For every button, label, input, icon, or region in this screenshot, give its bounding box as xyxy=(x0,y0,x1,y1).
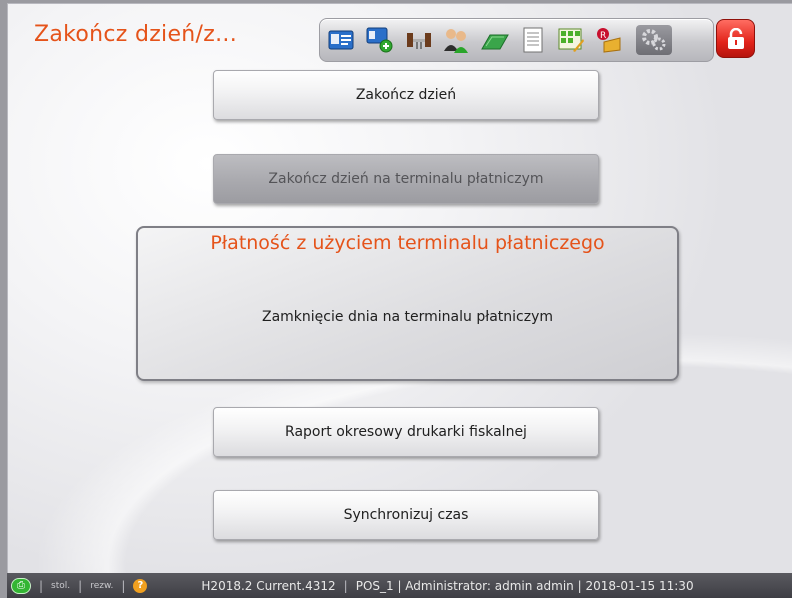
sync-time-button[interactable]: Synchronizuj czas xyxy=(213,490,599,540)
calculator-icon[interactable] xyxy=(556,25,586,55)
fiscal-report-button[interactable]: Raport okresowy drukarki fiskalnej xyxy=(213,407,599,457)
panel-message: Zamknięcie dnia na terminalu płatniczym xyxy=(262,309,553,325)
printer-status-icon[interactable]: ⎙ xyxy=(11,577,31,594)
panel-title: Płatność z użyciem terminalu płatniczego xyxy=(210,232,605,254)
status-separator: | xyxy=(343,578,348,593)
end-day-button[interactable]: Zakończ dzień xyxy=(213,70,599,120)
add-card-icon[interactable] xyxy=(365,25,395,55)
help-icon[interactable]: ? xyxy=(133,578,148,593)
id-card-icon[interactable] xyxy=(326,25,356,55)
status-bar: ⎙ | stol. | rezw. | ? H2018.2 Current.43… xyxy=(7,573,792,598)
chairs-icon[interactable] xyxy=(404,25,434,55)
money-icon[interactable] xyxy=(480,25,510,55)
document-icon[interactable] xyxy=(518,25,548,55)
settings-icon[interactable] xyxy=(636,25,672,55)
version-text: H2018.2 Current.4312 xyxy=(201,578,336,593)
window-title: Zakończ dzień/z... xyxy=(34,22,237,47)
status-separator: | xyxy=(121,578,126,593)
lock-icon xyxy=(727,27,744,49)
main-window: Zakończ dzień/z... R Zakończ dzień Zakoń… xyxy=(7,3,792,575)
reports-icon[interactable]: R xyxy=(594,25,624,55)
status-separator: | xyxy=(78,578,83,593)
tables-label: stol. xyxy=(51,580,71,591)
toolbar: R xyxy=(319,18,714,62)
payment-terminal-panel: Płatność z użyciem terminalu płatniczego… xyxy=(136,226,679,381)
reservations-label: rezw. xyxy=(90,580,114,591)
users-icon[interactable] xyxy=(441,25,471,55)
lock-button[interactable] xyxy=(716,19,755,58)
svg-text:R: R xyxy=(600,31,606,41)
status-separator: | xyxy=(39,578,44,593)
end-day-terminal-button[interactable]: Zakończ dzień na terminalu płatniczym xyxy=(213,154,599,204)
session-info: POS_1 | Administrator: admin admin | 201… xyxy=(355,578,694,593)
